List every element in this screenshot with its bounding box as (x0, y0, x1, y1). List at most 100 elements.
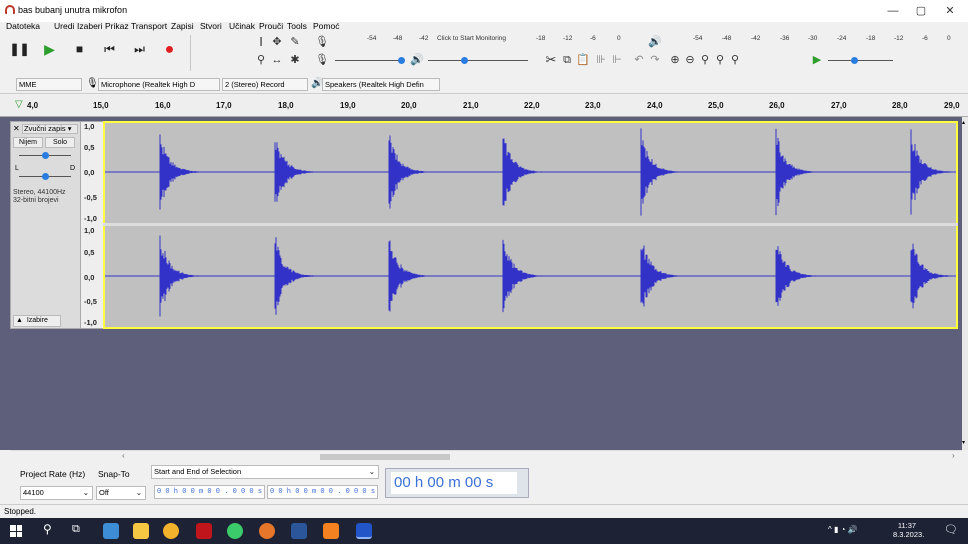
zoom-tool-icon[interactable]: ⚲ (254, 53, 268, 67)
selection-start-time[interactable]: 0 0 h 0 0 m 0 0 . 0 0 0 s (154, 485, 265, 499)
system-tray-icons[interactable]: ^ ▮ ◔ 🔊 (828, 525, 858, 534)
scroll-down-icon[interactable]: ▾ (962, 439, 965, 446)
play-tick: -30 (808, 35, 818, 42)
playback-meter-scale[interactable]: -54 -48 -42 -36 -30 -24 -18 -12 -6 0 (665, 35, 965, 45)
menu-analyze[interactable]: Prouči (259, 21, 283, 31)
audio-host-select[interactable]: MME (16, 78, 82, 91)
orange-app-icon[interactable] (323, 523, 339, 539)
amp-label: -0,5 (84, 193, 97, 202)
copy-icon[interactable]: ⧉ (560, 53, 574, 67)
menu-help[interactable]: Pomoć (313, 21, 339, 31)
menu-transport[interactable]: Transport (131, 21, 167, 31)
playback-device-select[interactable]: Speakers (Realtek High Defin (322, 78, 440, 91)
project-rate-select[interactable]: 44100 ⌄ (20, 486, 93, 500)
menu-file[interactable]: Datoteka (6, 21, 40, 31)
play-tick: -48 (722, 35, 732, 42)
store-icon[interactable] (103, 523, 119, 539)
snap-to-select[interactable]: Off ⌄ (96, 486, 146, 500)
horizontal-scrollbar[interactable]: ‹ › (10, 450, 962, 462)
trim-icon[interactable]: ⊪ (594, 53, 608, 67)
stop-button[interactable]: ■ (68, 38, 91, 61)
ruler-label: 18,0 (278, 101, 294, 110)
skip-to-start-button[interactable]: ⏮ (98, 38, 121, 61)
word-icon[interactable] (291, 523, 307, 539)
menu-effect[interactable]: Učinak (229, 21, 255, 31)
green-app-icon[interactable] (227, 523, 243, 539)
multi-tool-icon[interactable]: ✱ (288, 53, 302, 67)
pause-button[interactable]: ❚❚ (8, 38, 31, 61)
file-explorer-icon[interactable] (133, 523, 149, 539)
fit-selection-icon[interactable]: ⚲ (698, 53, 712, 67)
cut-icon[interactable]: ✂ (544, 53, 558, 67)
silence-icon[interactable]: ⊩ (610, 53, 624, 67)
red-app-icon[interactable] (196, 523, 212, 539)
recording-channels-select[interactable]: 2 (Stereo) Record (222, 78, 308, 91)
amp-label: 1,0 (84, 226, 95, 235)
horizontal-scroll-thumb[interactable] (320, 454, 450, 460)
scroll-left-icon[interactable]: ‹ (122, 451, 125, 460)
menu-select[interactable]: Izaberi (77, 21, 103, 31)
notification-icon[interactable]: 🗨 (944, 523, 958, 536)
vertical-scrollbar[interactable]: ▴ ▾ (962, 117, 968, 450)
minimize-button[interactable]: — (880, 3, 906, 19)
redo-icon[interactable]: ↷ (648, 53, 662, 67)
recording-device-select[interactable]: Microphone (Realtek High D (98, 78, 220, 91)
playback-volume-thumb[interactable] (461, 57, 468, 64)
track-sample-format: 32-bitni brojevi (13, 197, 59, 204)
skip-to-end-button[interactable]: ⏭ (128, 38, 151, 61)
menu-tools[interactable]: Tools (287, 21, 307, 31)
audio-position-display[interactable]: 00 h 00 m 00 s (385, 468, 529, 498)
record-meter-scale[interactable]: -54 -48 -42 Click to Start Monitoring -1… (335, 35, 640, 45)
click-to-start-monitoring[interactable]: Click to Start Monitoring (437, 35, 506, 42)
play-at-speed-icon[interactable]: ▶ (810, 53, 824, 67)
scroll-up-icon[interactable]: ▴ (962, 119, 965, 126)
menu-edit[interactable]: Uredi (54, 21, 74, 31)
search-icon[interactable]: ⚲ (43, 522, 52, 536)
close-track-icon[interactable]: ✕ (13, 124, 20, 133)
track-name-menu[interactable]: Zvučni zapis ▾ (22, 124, 78, 134)
maximize-button[interactable]: ▢ (908, 3, 934, 19)
close-button[interactable]: ✕ (937, 3, 963, 19)
ruler-label: 16,0 (155, 101, 171, 110)
time-shift-tool-icon[interactable]: ↔ (270, 53, 284, 67)
task-view-icon[interactable]: ⧉ (72, 523, 80, 536)
record-button[interactable]: ● (158, 38, 181, 61)
gain-slider-thumb[interactable] (42, 152, 49, 159)
drum-hit-waveform (640, 245, 711, 307)
amplitude-ruler[interactable]: 1,0 0,5 0,0 -0,5 -1,0 1,0 0,5 0,0 -0,5 -… (81, 121, 103, 329)
paste-icon[interactable]: 📋 (576, 53, 590, 67)
play-button[interactable]: ▶ (38, 38, 61, 61)
undo-icon[interactable]: ↶ (632, 53, 646, 67)
selection-mode-select[interactable]: Start and End of Selection ⌄ (151, 465, 379, 479)
play-speed-slider[interactable] (828, 60, 893, 61)
envelope-tool-icon[interactable]: ✥ (270, 35, 284, 49)
draw-tool-icon[interactable]: ✎ (288, 35, 302, 49)
play-speed-thumb[interactable] (851, 57, 858, 64)
menu-generate[interactable]: Stvori (200, 21, 222, 31)
zoom-out-icon[interactable]: ⊖ (683, 53, 697, 67)
menu-tracks[interactable]: Zapisi (171, 21, 194, 31)
solo-button[interactable]: Solo (45, 137, 75, 148)
playback-volume-slider[interactable] (428, 60, 528, 61)
windows-start-icon[interactable] (10, 525, 22, 537)
audacity-taskbar-icon[interactable] (356, 523, 372, 539)
fit-project-icon[interactable]: ⚲ (713, 53, 727, 67)
zoom-in-icon[interactable]: ⊕ (668, 53, 682, 67)
chrome-icon[interactable] (163, 523, 179, 539)
timeline-ruler[interactable]: ▽ 4,0 15,0 16,0 17,0 18,0 19,0 20,0 21,0… (0, 95, 968, 117)
mute-button[interactable]: Nijem (13, 137, 43, 148)
play-tick: -12 (894, 35, 904, 42)
record-volume-thumb[interactable] (398, 57, 405, 64)
record-volume-slider[interactable] (335, 60, 405, 61)
selection-tool-icon[interactable]: I (254, 35, 268, 49)
clock[interactable]: 11:37 8.3.2023. (893, 521, 924, 539)
timeline-options-icon[interactable]: ▽ (15, 99, 23, 110)
pan-slider-thumb[interactable] (42, 173, 49, 180)
selection-end-time[interactable]: 0 0 h 0 0 m 0 0 . 0 0 0 s (267, 485, 378, 499)
zoom-toggle-icon[interactable]: ⚲ (728, 53, 742, 67)
menu-view[interactable]: Prikaz (105, 21, 129, 31)
firefox-icon[interactable] (259, 523, 275, 539)
chevron-down-icon: ⌄ (135, 488, 142, 497)
scroll-right-icon[interactable]: › (952, 451, 955, 460)
select-track-button[interactable]: ▲ Izabire (13, 315, 61, 327)
